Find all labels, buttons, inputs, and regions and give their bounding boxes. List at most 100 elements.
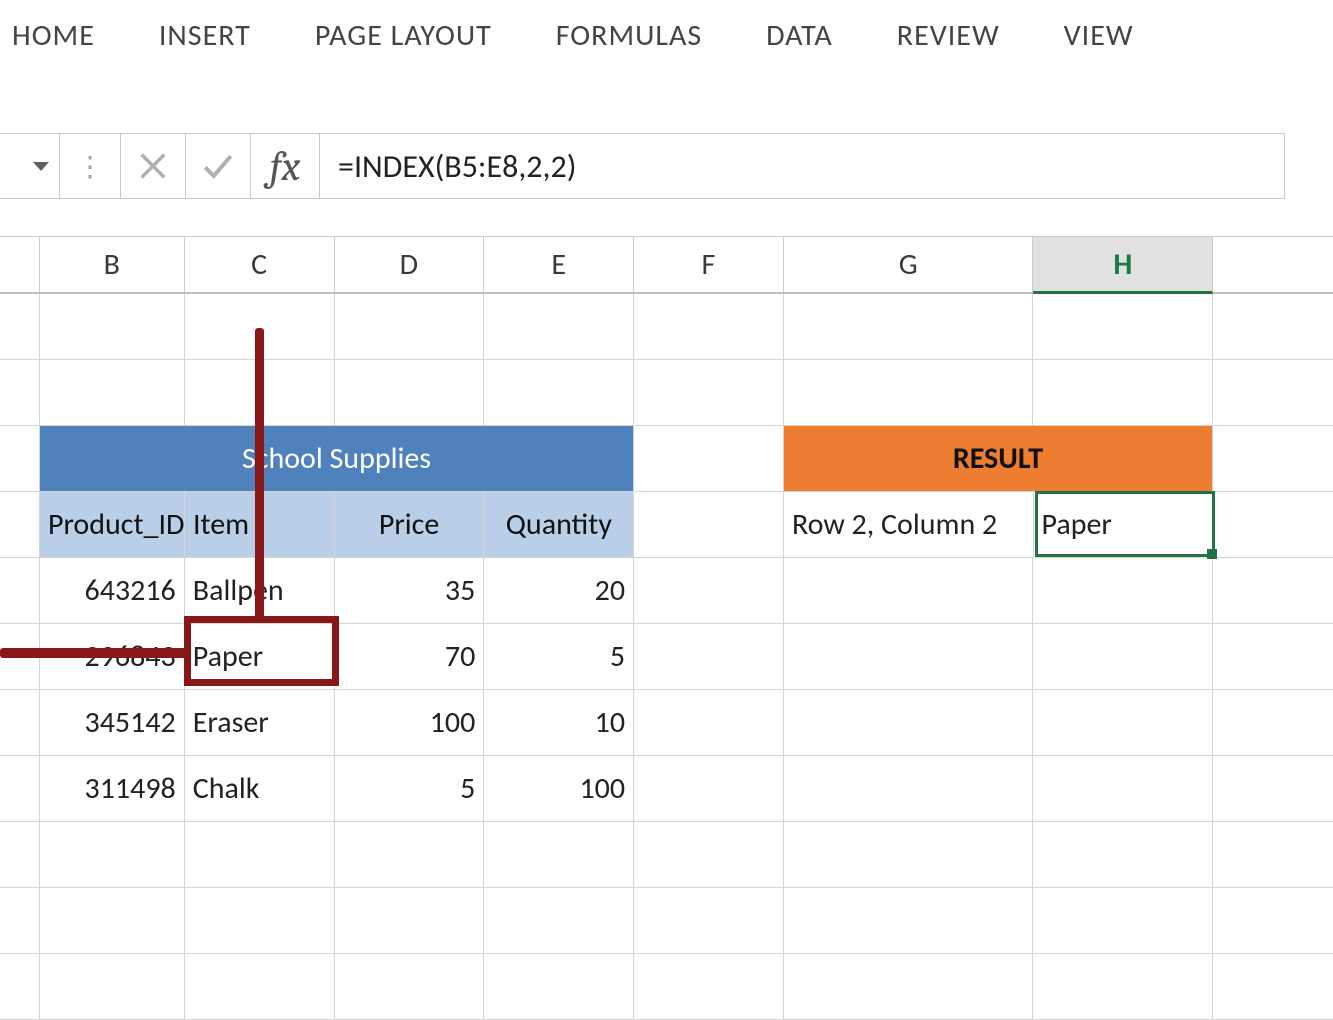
table-title-text: School Supplies (242, 440, 431, 477)
row-3[interactable]: School Supplies RESULT (0, 426, 1333, 492)
ribbon-tab-formulas[interactable]: FORMULAS (548, 11, 710, 60)
cell-f3[interactable] (634, 426, 784, 491)
cell-f6[interactable] (634, 624, 784, 689)
cell-f2[interactable] (634, 360, 784, 425)
formula-bar-resize-grip[interactable]: ⋮ (60, 133, 120, 199)
cell-d1[interactable] (335, 294, 485, 359)
colhead-d[interactable]: D (335, 237, 485, 292)
header-price[interactable]: Price (335, 492, 485, 557)
ribbon-tab-data[interactable]: DATA (758, 11, 841, 60)
colhead-h[interactable]: H (1033, 237, 1213, 294)
ribbon-tab-home[interactable]: HOME (4, 11, 103, 60)
cell-h6[interactable] (1033, 624, 1213, 689)
row-11[interactable] (0, 954, 1333, 1020)
ribbon-tab-view[interactable]: VIEW (1056, 11, 1142, 60)
table-title[interactable]: School Supplies (40, 426, 634, 491)
cell-a8[interactable] (0, 756, 40, 821)
cell-e5[interactable]: 20 (484, 558, 634, 623)
cell-a2[interactable] (0, 360, 40, 425)
cell-b2[interactable] (40, 360, 185, 425)
cell-g5[interactable] (784, 558, 1034, 623)
cell-f1[interactable] (634, 294, 784, 359)
row-4[interactable]: Product_ID Item Price Quantity Row 2, Co… (0, 492, 1333, 558)
cell-b5[interactable]: 643216 (40, 558, 185, 623)
colhead-c[interactable]: C (185, 237, 335, 292)
cell-f7[interactable] (634, 690, 784, 755)
cell-extra-1[interactable] (1213, 294, 1333, 359)
cell-g6[interactable] (784, 624, 1034, 689)
cell-extra-8[interactable] (1213, 756, 1333, 821)
ribbon-tab-insert[interactable]: INSERT (151, 11, 259, 60)
header-quantity[interactable]: Quantity (484, 492, 634, 557)
cell-e2[interactable] (484, 360, 634, 425)
cell-g1[interactable] (784, 294, 1034, 359)
corner-box[interactable] (0, 237, 40, 292)
cancel-x-icon (136, 149, 170, 183)
formula-bar: ⋮ fx =INDEX(B5:E8,2,2) (0, 133, 1285, 199)
colhead-g[interactable]: G (784, 237, 1034, 292)
cell-d8[interactable]: 5 (335, 756, 485, 821)
cell-h1[interactable] (1033, 294, 1213, 359)
cell-a5[interactable] (0, 558, 40, 623)
fx-icon: fx (270, 142, 301, 191)
formula-input[interactable]: =INDEX(B5:E8,2,2) (320, 133, 1285, 199)
row-9[interactable] (0, 822, 1333, 888)
cell-a4[interactable] (0, 492, 40, 557)
cell-g7[interactable] (784, 690, 1034, 755)
cancel-button[interactable] (120, 133, 185, 199)
cell-e7[interactable]: 10 (484, 690, 634, 755)
cell-h2[interactable] (1033, 360, 1213, 425)
colhead-extra[interactable] (1213, 237, 1333, 292)
colhead-f[interactable]: F (634, 237, 784, 292)
row-5[interactable]: 643216 Ballpen 35 20 (0, 558, 1333, 624)
result-label: Row 2, Column 2 (792, 506, 997, 543)
cell-g4[interactable]: Row 2, Column 2 (784, 492, 1034, 557)
colhead-b[interactable]: B (40, 237, 185, 292)
cell-e8[interactable]: 100 (484, 756, 634, 821)
cell-extra-4[interactable] (1213, 492, 1333, 557)
cell-d5[interactable]: 35 (335, 558, 485, 623)
cell-c8[interactable]: Chalk (185, 756, 335, 821)
name-box[interactable] (0, 133, 60, 199)
cell-c7[interactable]: Eraser (185, 690, 335, 755)
cell-h4[interactable]: Paper (1034, 492, 1214, 557)
cell-a1[interactable] (0, 294, 40, 359)
cell-b1[interactable] (40, 294, 185, 359)
cell-extra-3[interactable] (1213, 426, 1333, 491)
cell-f4[interactable] (634, 492, 784, 557)
cell-b7[interactable]: 345142 (40, 690, 185, 755)
cell-f8[interactable] (634, 756, 784, 821)
cell-f5[interactable] (634, 558, 784, 623)
enter-button[interactable] (185, 133, 250, 199)
name-box-dropdown-icon[interactable] (33, 162, 49, 171)
cell-d6[interactable]: 70 (335, 624, 485, 689)
result-title[interactable]: RESULT (784, 426, 1213, 491)
cell-h5[interactable] (1033, 558, 1213, 623)
cell-h8[interactable] (1033, 756, 1213, 821)
row-10[interactable] (0, 888, 1333, 954)
header-product-id[interactable]: Product_ID (40, 492, 185, 557)
row-1[interactable] (0, 294, 1333, 360)
cell-extra-7[interactable] (1213, 690, 1333, 755)
cell-d2[interactable] (335, 360, 485, 425)
cell-g2[interactable] (784, 360, 1034, 425)
cell-a7[interactable] (0, 690, 40, 755)
colhead-e[interactable]: E (484, 237, 634, 292)
annotation-vertical-line (255, 328, 264, 618)
cell-extra-6[interactable] (1213, 624, 1333, 689)
cell-e6[interactable]: 5 (484, 624, 634, 689)
row-8[interactable]: 311498 Chalk 5 100 (0, 756, 1333, 822)
ribbon-tab-page-layout[interactable]: PAGE LAYOUT (307, 11, 500, 60)
cell-extra-5[interactable] (1213, 558, 1333, 623)
cell-extra-2[interactable] (1213, 360, 1333, 425)
row-2[interactable] (0, 360, 1333, 426)
insert-function-button[interactable]: fx (250, 133, 320, 199)
row-7[interactable]: 345142 Eraser 100 10 (0, 690, 1333, 756)
cell-h7[interactable] (1033, 690, 1213, 755)
cell-d7[interactable]: 100 (335, 690, 485, 755)
cell-g8[interactable] (784, 756, 1034, 821)
cell-a3[interactable] (0, 426, 40, 491)
ribbon-tab-review[interactable]: REVIEW (889, 11, 1008, 60)
cell-b8[interactable]: 311498 (40, 756, 185, 821)
cell-e1[interactable] (484, 294, 634, 359)
